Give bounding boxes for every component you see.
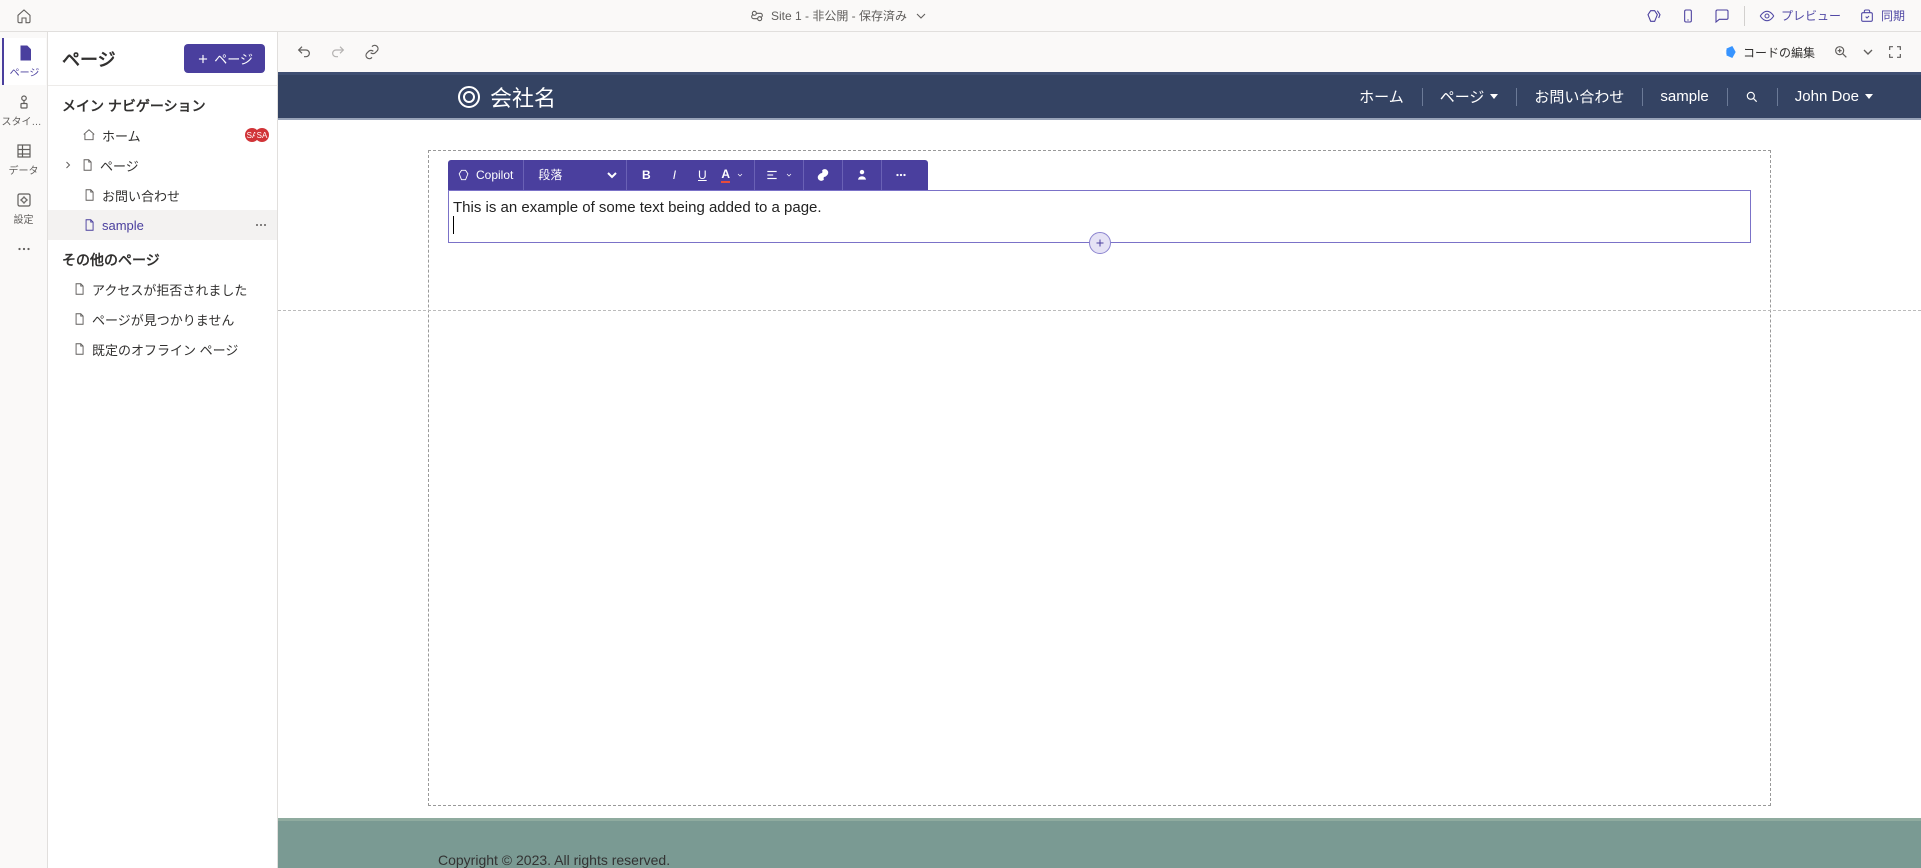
- nav-user[interactable]: John Doe: [1777, 88, 1891, 105]
- feedback-icon[interactable]: [1706, 2, 1738, 30]
- rte-copilot[interactable]: Copilot: [454, 163, 517, 187]
- copilot-icon[interactable]: [1638, 2, 1670, 30]
- rte-format-select[interactable]: 段落: [530, 163, 620, 187]
- rte-personalize[interactable]: [849, 163, 875, 187]
- tree-item-sample[interactable]: sample: [48, 210, 277, 240]
- rail-more[interactable]: [2, 234, 46, 264]
- page-icon: [72, 342, 86, 356]
- link-button[interactable]: [356, 37, 388, 67]
- add-page-button[interactable]: ページ: [184, 44, 265, 73]
- panel-title: ページ: [62, 46, 116, 72]
- rte-more[interactable]: [888, 163, 914, 187]
- canvas-toolbar: コードの編集: [278, 32, 1921, 72]
- left-rail: ページ スタイル... データ 設定: [0, 32, 48, 868]
- home-icon: [82, 128, 96, 142]
- nav-search[interactable]: [1727, 90, 1777, 104]
- fullscreen-button[interactable]: [1879, 37, 1911, 67]
- section-main-nav: メイン ナビゲーション: [48, 86, 277, 120]
- caret-icon: [1490, 94, 1498, 99]
- chevron-down-icon: [913, 8, 929, 24]
- pages-panel: ページ ページ メイン ナビゲーション ホーム SASA ページ: [48, 32, 278, 868]
- tree-item-pages[interactable]: ページ: [48, 150, 277, 180]
- main-nav-tree: ホーム SASA ページ お問い合わせ sample: [48, 120, 277, 240]
- page-icon: [82, 218, 96, 232]
- page-icon: [82, 188, 96, 202]
- page-icon: [80, 158, 94, 172]
- editor-content: This is an example of some text being ad…: [453, 199, 822, 216]
- tree-item-offline[interactable]: 既定のオフライン ページ: [48, 334, 277, 364]
- canvas-area: コードの編集 会社名 ホーム ページ お問い合わせ: [278, 32, 1921, 868]
- tree-item-not-found[interactable]: ページが見つかりません: [48, 304, 277, 334]
- undo-button[interactable]: [288, 37, 320, 67]
- rte-align[interactable]: [761, 163, 797, 187]
- page-icon: [72, 282, 86, 296]
- site-status[interactable]: Site 1 - 非公開 - 保存済み: [40, 7, 1638, 24]
- chevron-right-icon: [62, 159, 74, 171]
- site-header: 会社名 ホーム ページ お問い合わせ sample John Doe: [278, 72, 1921, 120]
- tree-item-contact[interactable]: お問い合わせ: [48, 180, 277, 210]
- home-icon[interactable]: [8, 2, 40, 30]
- nav-pages[interactable]: ページ: [1422, 86, 1517, 107]
- nav-sample[interactable]: sample: [1642, 88, 1726, 105]
- rte-bold[interactable]: B: [633, 163, 659, 187]
- page-icon: [72, 312, 86, 326]
- rail-pages[interactable]: ページ: [2, 38, 46, 85]
- nav-contact[interactable]: お問い合わせ: [1516, 86, 1642, 107]
- mobile-preview-icon[interactable]: [1672, 2, 1704, 30]
- rte-underline[interactable]: U: [689, 163, 715, 187]
- rte-link[interactable]: [810, 163, 836, 187]
- search-icon: [1745, 90, 1759, 104]
- rail-settings[interactable]: 設定: [2, 185, 46, 232]
- other-tree: アクセスが拒否されました ページが見つかりません 既定のオフライン ページ: [48, 274, 277, 364]
- text-cursor: [453, 216, 454, 234]
- preview-button[interactable]: プレビュー: [1751, 2, 1849, 30]
- sync-button[interactable]: 同期: [1851, 2, 1913, 30]
- content-zone[interactable]: Copilot 段落 B I U: [278, 120, 1921, 818]
- app-topbar: Site 1 - 非公開 - 保存済み プレビュー 同期: [0, 0, 1921, 32]
- edit-code-button[interactable]: コードの編集: [1713, 37, 1823, 67]
- zoom-chevron[interactable]: [1859, 37, 1877, 67]
- tree-item-home[interactable]: ホーム SASA: [48, 120, 277, 150]
- logo-icon: [458, 86, 480, 108]
- rail-styles[interactable]: スタイル...: [2, 87, 46, 134]
- badge-sa: SASA: [245, 128, 269, 142]
- nav-home[interactable]: ホーム: [1341, 86, 1422, 107]
- rte-italic[interactable]: I: [661, 163, 687, 187]
- caret-icon: [1865, 94, 1873, 99]
- tree-item-access-denied[interactable]: アクセスが拒否されました: [48, 274, 277, 304]
- redo-button[interactable]: [322, 37, 354, 67]
- site-brand[interactable]: 会社名: [458, 81, 556, 113]
- zoom-button[interactable]: [1825, 37, 1857, 67]
- text-editor[interactable]: This is an example of some text being ad…: [448, 190, 1751, 243]
- section-other: その他のページ: [48, 240, 277, 274]
- site-footer: Copyright © 2023. All rights reserved.: [278, 818, 1921, 868]
- more-icon[interactable]: [253, 217, 269, 233]
- add-section-button[interactable]: [1089, 232, 1111, 254]
- rte-toolbar: Copilot 段落 B I U: [448, 160, 928, 190]
- rail-data[interactable]: データ: [2, 136, 46, 183]
- rte-color[interactable]: A: [717, 163, 748, 187]
- site-nav: ホーム ページ お問い合わせ sample John Doe: [1341, 86, 1891, 107]
- section-divider: [278, 310, 1921, 311]
